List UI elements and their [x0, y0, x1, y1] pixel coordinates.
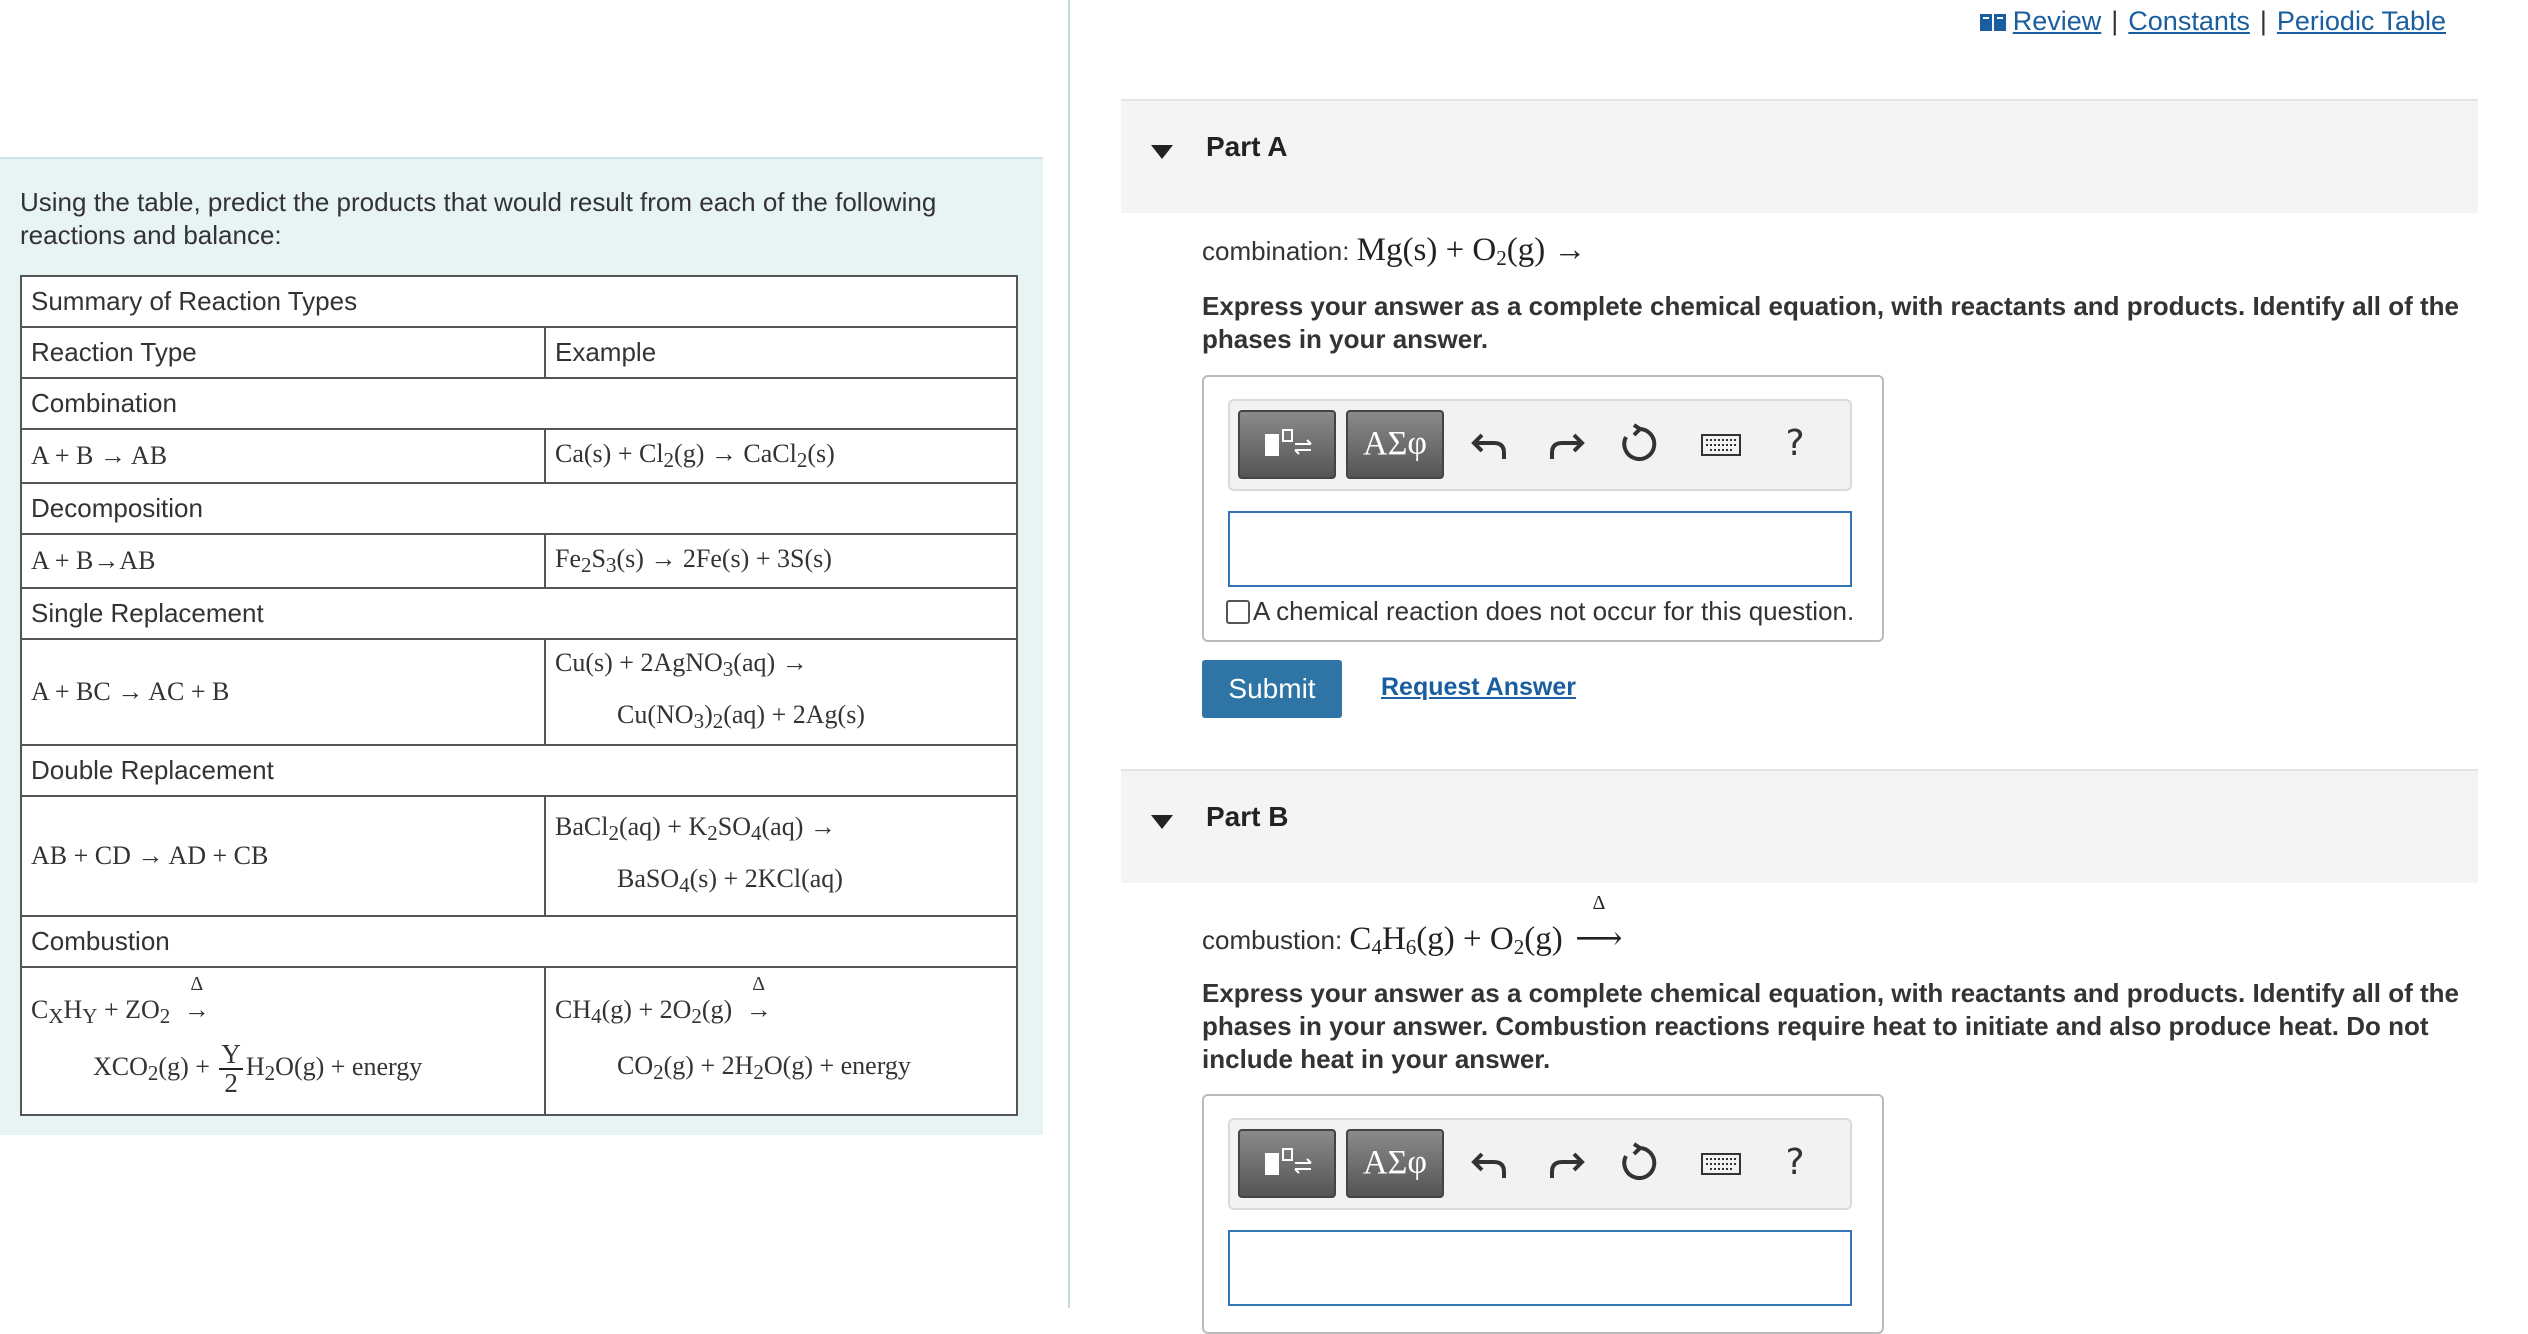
part-b-question-prefix: combustion:: [1202, 925, 1343, 955]
part-b-answer-box: ΑΣφ ?: [1202, 1094, 1884, 1334]
pane-splitter[interactable]: [1068, 0, 1070, 1308]
request-answer-link[interactable]: Request Answer: [1381, 673, 1576, 702]
link-separator: |: [2111, 6, 2119, 36]
table-caption: Summary of Reaction Types: [19, 275, 1019, 328]
reset-icon[interactable]: [1616, 1140, 1662, 1186]
combustion-example: CH4(g) + 2O2(g) Δ → CO2(g) + 2H2O(g) + en…: [543, 966, 1019, 1116]
math-toolbar: ΑΣφ ?: [1228, 399, 1852, 491]
part-b-instructions: Express your answer as a complete chemic…: [1202, 978, 2460, 1074]
redo-icon[interactable]: [1542, 421, 1588, 467]
link-separator: |: [2259, 6, 2267, 36]
section-decomposition: Decomposition: [19, 482, 1019, 535]
combination-general: A + B → AB: [20, 428, 546, 484]
keyboard-icon[interactable]: [1698, 1140, 1744, 1186]
part-a-answer-box: ΑΣφ ? A chemical reaction does not occur…: [1202, 375, 1884, 642]
decomposition-example: Fe2S3(s) → 2Fe(s) + 3S(s): [543, 533, 1019, 589]
part-b-answer-input[interactable]: [1228, 1230, 1852, 1306]
part-a-equation: Mg(s) + O2(g) →: [1356, 232, 1587, 270]
part-a-instructions: Express your answer as a complete chemic…: [1202, 291, 2460, 354]
templates-button[interactable]: [1238, 410, 1336, 479]
resource-links: Review | Constants | Periodic Table: [1979, 6, 2446, 40]
help-icon[interactable]: ?: [1772, 1140, 1818, 1186]
templates-icon: [1259, 1147, 1315, 1175]
part-b-header[interactable]: Part B: [1121, 769, 2478, 883]
section-double-replacement: Double Replacement: [19, 744, 1019, 797]
part-a-question-prefix: combination:: [1202, 236, 1350, 266]
constants-link[interactable]: Constants: [2128, 6, 2250, 36]
book-icon: [1979, 9, 2007, 40]
double-replacement-example: BaCl2(aq) + K2SO4(aq) → BaSO4(s) + 2KCl(…: [543, 795, 1019, 917]
part-a-answer-input[interactable]: [1228, 511, 1852, 587]
intro-text: Using the table, predict the products th…: [20, 187, 937, 250]
redo-icon[interactable]: [1542, 1140, 1588, 1186]
undo-icon[interactable]: [1468, 1140, 1514, 1186]
reset-icon[interactable]: [1616, 421, 1662, 467]
combustion-general: CXHY + ZO2 Δ → XCO2(g) + Y 2 H2O(g) + energ…: [20, 966, 546, 1116]
collapse-triangle-icon[interactable]: [1151, 145, 1173, 159]
no-reaction-checkbox[interactable]: [1226, 600, 1250, 624]
decomposition-general: A + B→AB: [20, 533, 546, 589]
part-a-question: combination: Mg(s) + O2(g) →: [1202, 232, 1587, 271]
part-a-header[interactable]: Part A: [1121, 99, 2478, 213]
help-icon[interactable]: ?: [1772, 421, 1818, 467]
section-combustion: Combustion: [19, 915, 1019, 968]
part-b-title: Part B: [1206, 801, 1289, 832]
left-pane: Using the table, predict the products th…: [0, 0, 1068, 1308]
collapse-triangle-icon[interactable]: [1151, 815, 1173, 829]
double-replacement-general: AB + CD → AD + CB: [20, 795, 546, 917]
combination-example: Ca(s) + Cl2(g) → CaCl2(s): [543, 428, 1019, 484]
review-link[interactable]: Review: [2013, 6, 2102, 36]
templates-button[interactable]: [1238, 1129, 1336, 1198]
part-a-title: Part A: [1206, 131, 1288, 162]
section-single-replacement: Single Replacement: [19, 587, 1019, 640]
math-toolbar: ΑΣφ ?: [1228, 1118, 1852, 1210]
no-reaction-label: A chemical reaction does not occur for t…: [1253, 596, 1855, 626]
single-replacement-example: Cu(s) + 2AgNO3(aq) → Cu(NO3)2(aq) + 2Ag(…: [543, 638, 1019, 746]
section-combination: Combination: [19, 377, 1019, 430]
greek-symbols-button[interactable]: ΑΣφ: [1346, 1129, 1444, 1198]
no-reaction-option[interactable]: A chemical reaction does not occur for t…: [1226, 596, 1854, 627]
templates-icon: [1259, 428, 1315, 456]
part-b-equation: C4H6(g) + O2(g) Δ ⟶: [1349, 892, 1623, 959]
col-header-reaction-type: Reaction Type: [20, 326, 546, 379]
keyboard-icon[interactable]: [1698, 421, 1744, 467]
periodic-table-link[interactable]: Periodic Table: [2277, 6, 2446, 36]
greek-symbols-button[interactable]: ΑΣφ: [1346, 410, 1444, 479]
intro-panel: Using the table, predict the products th…: [0, 157, 1043, 1135]
single-replacement-general: A + BC → AC + B: [20, 638, 546, 746]
col-header-example: Example: [543, 326, 1019, 379]
reaction-types-table: Summary of Reaction Types Reaction Type …: [19, 275, 1019, 1116]
undo-icon[interactable]: [1468, 421, 1514, 467]
part-b-question: combustion: C4H6(g) + O2(g) Δ ⟶: [1202, 892, 1627, 960]
submit-button[interactable]: Submit: [1202, 660, 1342, 718]
